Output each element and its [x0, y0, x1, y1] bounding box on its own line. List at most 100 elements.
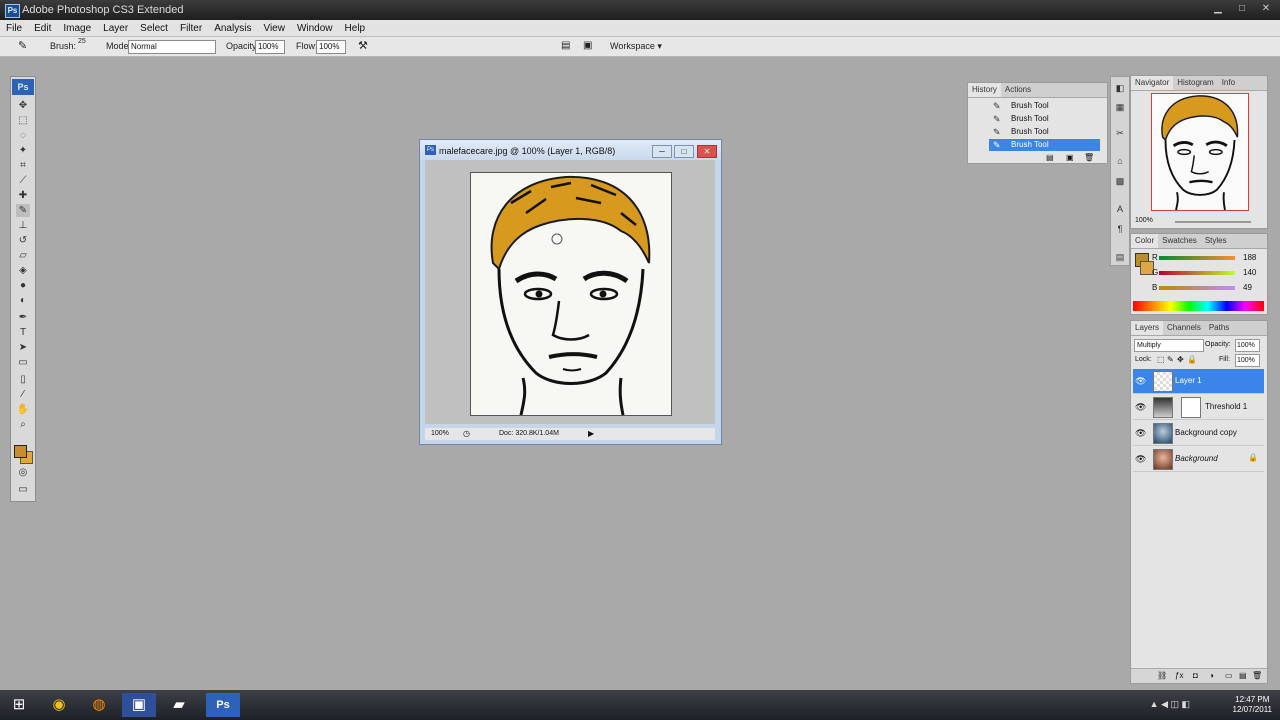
close-icon[interactable]: ✕ [1256, 3, 1276, 15]
brush-tool-preset-icon[interactable]: ✎ [18, 39, 27, 52]
tab-actions[interactable]: Actions [1001, 83, 1035, 97]
new-snapshot-icon[interactable]: ▣ [1066, 153, 1074, 162]
green-value[interactable]: 140 [1243, 268, 1256, 277]
menu-image[interactable]: Image [57, 23, 97, 34]
slice-tool-icon[interactable]: ⟋ [16, 174, 30, 187]
eyedropper-tool-icon[interactable]: ⁄ [16, 388, 30, 401]
paint-bucket-tool-icon[interactable]: ◈ [16, 264, 30, 277]
blur-tool-icon[interactable]: ● [16, 279, 30, 292]
tab-paths[interactable]: Paths [1205, 321, 1233, 335]
history-item[interactable]: ✎ Brush Tool [989, 126, 1100, 138]
doc-close-icon[interactable]: ✕ [697, 145, 717, 158]
delete-state-icon[interactable]: 🗑 [1084, 153, 1094, 162]
tool-presets-dock-icon[interactable]: ✂ [1114, 127, 1126, 139]
menu-window[interactable]: Window [291, 23, 339, 34]
layer-row[interactable]: 👁 Background 🔒 [1133, 447, 1264, 472]
tab-color[interactable]: Color [1131, 234, 1159, 248]
brush-size-value[interactable]: 25 [78, 38, 86, 45]
quick-mask-icon[interactable]: ◎ [16, 466, 30, 479]
tab-styles[interactable]: Styles [1201, 234, 1231, 248]
tray-icons[interactable]: ▲ ◀ ◫ ◧ [1150, 699, 1190, 710]
navigator-zoom[interactable]: 100% [1135, 217, 1153, 224]
tab-history[interactable]: History [968, 83, 1001, 97]
layer-style-icon[interactable]: ƒx [1175, 671, 1183, 680]
eraser-tool-icon[interactable]: ▱ [16, 249, 30, 262]
new-document-from-state-icon[interactable]: ▤ [1046, 153, 1054, 162]
marquee-tool-icon[interactable]: ⬚ [16, 114, 30, 127]
visibility-eye-icon[interactable]: 👁 [1135, 454, 1146, 464]
color-spectrum-bar[interactable] [1133, 301, 1264, 311]
file-browser-icon[interactable]: ▤ [561, 40, 570, 51]
layer-row[interactable]: 👁 Threshold 1 [1133, 395, 1264, 420]
minimize-icon[interactable]: ▁ [1208, 3, 1228, 15]
navigator-zoom-slider[interactable] [1175, 221, 1251, 223]
add-mask-icon[interactable]: ◘ [1193, 671, 1198, 680]
info-dock-icon[interactable]: ▤ [1114, 251, 1126, 263]
shape-tool-icon[interactable]: ▭ [16, 356, 30, 369]
move-tool-icon[interactable]: ✥ [16, 99, 30, 112]
tab-swatches[interactable]: Swatches [1158, 234, 1201, 248]
chrome-icon[interactable]: ◉ [42, 693, 76, 717]
doc-status-arrow-icon[interactable]: ▶ [588, 429, 594, 438]
opacity-input[interactable]: 100% [255, 40, 285, 54]
path-selection-tool-icon[interactable]: ➤ [16, 341, 30, 354]
photoshop-taskbar-icon[interactable]: Ps [206, 693, 240, 717]
layer-row[interactable]: 👁 Layer 1 [1133, 369, 1264, 394]
menu-edit[interactable]: Edit [28, 23, 57, 34]
green-slider[interactable] [1159, 271, 1235, 275]
lasso-tool-icon[interactable]: ◌ [16, 129, 30, 142]
fill-input[interactable]: 100% [1235, 354, 1260, 367]
tab-histogram[interactable]: Histogram [1173, 76, 1217, 90]
delete-layer-icon[interactable]: 🗑 [1252, 671, 1262, 680]
blue-value[interactable]: 49 [1243, 283, 1252, 292]
layer-opacity-input[interactable]: 100% [1235, 339, 1260, 352]
app-window-icon[interactable]: ▣ [122, 693, 156, 717]
character-dock-icon[interactable]: A [1114, 203, 1126, 215]
screen-mode-icon[interactable]: ▭ [16, 483, 30, 496]
foreground-color-swatch[interactable] [14, 445, 27, 458]
maximize-icon[interactable]: □ [1232, 3, 1252, 15]
firefox-icon[interactable]: ◍ [82, 693, 116, 717]
blue-slider[interactable] [1159, 286, 1235, 290]
healing-tool-icon[interactable]: ✚ [16, 189, 30, 202]
workspace-button[interactable]: Workspace ▾ [610, 41, 662, 52]
bridge-icon[interactable]: ▣ [583, 40, 592, 51]
tab-navigator[interactable]: Navigator [1131, 76, 1174, 90]
flow-input[interactable]: 100% [316, 40, 346, 54]
type-tool-icon[interactable]: T [16, 326, 30, 339]
red-slider[interactable] [1159, 256, 1235, 260]
face-artwork[interactable] [470, 172, 672, 416]
menu-select[interactable]: Select [134, 23, 174, 34]
paragraph-dock-icon[interactable]: ¶ [1114, 223, 1126, 235]
visibility-eye-icon[interactable]: 👁 [1135, 428, 1146, 438]
menu-analysis[interactable]: Analysis [208, 23, 257, 34]
canvas-area[interactable] [425, 160, 715, 424]
blend-mode-select[interactable]: Multiply [1134, 339, 1204, 352]
history-brush-tool-icon[interactable]: ↺ [16, 234, 30, 247]
hand-tool-icon[interactable]: ✋ [16, 403, 30, 416]
menu-layer[interactable]: Layer [97, 23, 134, 34]
tab-channels[interactable]: Channels [1163, 321, 1205, 335]
layer-row[interactable]: 👁 Background copy [1133, 421, 1264, 446]
lock-all-icon[interactable]: 🔒 [1187, 355, 1197, 364]
magic-wand-tool-icon[interactable]: ✦ [16, 144, 30, 157]
tab-layers[interactable]: Layers [1131, 321, 1164, 335]
clone-stamp-tool-icon[interactable]: ⊥ [16, 219, 30, 232]
layer-comps-dock-icon[interactable]: ⌂ [1114, 155, 1126, 167]
crop-tool-icon[interactable]: ⌗ [16, 159, 30, 172]
menu-help[interactable]: Help [339, 23, 372, 34]
menu-file[interactable]: File [0, 23, 28, 34]
notes-tool-icon[interactable]: ▯ [16, 373, 30, 386]
lock-position-icon[interactable]: ✥ [1177, 355, 1184, 364]
visibility-eye-icon[interactable]: 👁 [1135, 402, 1146, 412]
history-item-selected[interactable]: ✎ Brush Tool [989, 139, 1100, 151]
visibility-eye-icon[interactable]: 👁 [1135, 376, 1146, 386]
pen-tool-icon[interactable]: ✒ [16, 311, 30, 324]
new-layer-icon[interactable]: ▤ [1239, 671, 1247, 680]
layer-name[interactable]: Threshold 1 [1205, 402, 1247, 411]
lock-transparency-icon[interactable]: ⬚ [1157, 355, 1165, 364]
navigator-thumbnail[interactable] [1151, 93, 1249, 211]
mode-select[interactable]: Normal [128, 40, 216, 54]
start-button-icon[interactable]: ⊞ [2, 693, 36, 717]
navigator-dock-icon[interactable]: ◧ [1114, 82, 1126, 94]
